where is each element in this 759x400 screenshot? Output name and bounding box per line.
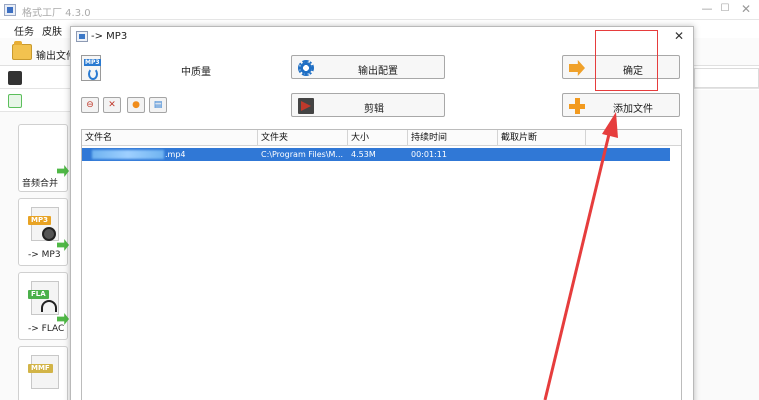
music-note-icon xyxy=(8,94,22,108)
cell-clip xyxy=(498,148,586,161)
table-row[interactable]: .mp4 C:\Program Files\M... 4.53M 00:01:1… xyxy=(82,148,670,161)
dialog-title: -> MP3 xyxy=(91,31,128,42)
column-header-size[interactable]: 大小 xyxy=(348,130,408,146)
film-scissors-icon xyxy=(298,98,314,114)
info-icon: ▤ xyxy=(153,100,163,110)
maximize-icon[interactable]: ☐ xyxy=(718,2,732,16)
menu-item-tasks[interactable]: 任务 xyxy=(14,23,34,38)
column-header-clip[interactable]: 截取片断 xyxy=(498,130,586,146)
column-header-duration[interactable]: 持续时间 xyxy=(408,130,498,146)
remove-icon: ⊖ xyxy=(86,100,94,110)
main-window-title: 格式工厂 4.3.0 xyxy=(22,8,91,19)
film-icon xyxy=(8,71,22,85)
remove-item-button[interactable]: ⊖ xyxy=(81,97,99,113)
minimize-icon[interactable]: — xyxy=(700,2,714,16)
delete-icon: ✕ xyxy=(108,100,116,110)
tile-audio-merge-label: 音频合并 xyxy=(22,179,59,189)
format-tag: MP3 xyxy=(28,216,51,225)
play-button[interactable]: ● xyxy=(127,97,145,113)
folder-icon[interactable] xyxy=(12,41,32,60)
table-header: 文件名 文件夹 大小 持续时间 截取片断 xyxy=(82,130,681,146)
tile-to-mmf[interactable]: MMF xyxy=(18,346,68,400)
plus-icon xyxy=(569,98,585,114)
clear-list-button[interactable]: ✕ xyxy=(103,97,121,113)
format-tag: FLA xyxy=(28,290,49,299)
mmf-file-icon: MMF xyxy=(28,355,59,389)
cell-folder: C:\Program Files\M... xyxy=(261,150,344,159)
close-icon[interactable]: ✕ xyxy=(738,2,754,16)
format-tag: MMF xyxy=(28,364,53,373)
file-list-table: 文件名 文件夹 大小 持续时间 截取片断 .mp4 C:\Program Fil… xyxy=(81,129,682,400)
play-icon: ● xyxy=(132,100,140,110)
add-file-button[interactable]: 添加文件 xyxy=(562,93,680,117)
settings-icon xyxy=(298,60,314,76)
annotation-highlight-box xyxy=(595,30,658,91)
output-config-button[interactable]: 输出配置 xyxy=(291,55,445,79)
flac-file-icon: FLA xyxy=(28,281,59,315)
mp3-file-icon: MP3 xyxy=(28,207,59,241)
tile-to-mp3-label: -> MP3 xyxy=(28,250,61,260)
headphones-icon xyxy=(41,300,57,312)
speaker-icon xyxy=(42,227,56,241)
cell-filename: .mp4 xyxy=(165,150,186,159)
dialog-app-icon xyxy=(76,31,88,42)
column-header-folder[interactable]: 文件夹 xyxy=(258,130,348,146)
clip-button[interactable]: 剪辑 xyxy=(291,93,445,117)
main-title-bar: 格式工厂 4.3.0 — ☐ ✕ xyxy=(0,0,759,20)
mp3-format-icon: MP3 xyxy=(81,55,101,81)
cell-duration: 00:01:11 xyxy=(411,150,447,159)
cell-size: 4.53M xyxy=(351,150,376,159)
menu-item-skin[interactable]: 皮肤 xyxy=(42,23,62,38)
right-panel xyxy=(694,90,759,400)
dialog-close-icon[interactable]: ✕ xyxy=(671,29,687,43)
tile-to-flac-label: -> FLAC xyxy=(28,324,65,334)
app-icon xyxy=(4,4,16,16)
column-header-filename[interactable]: 文件名 xyxy=(82,130,258,146)
media-info-button[interactable]: ▤ xyxy=(149,97,167,113)
blurred-filename xyxy=(92,150,164,159)
arrow-right-icon xyxy=(57,165,69,177)
quality-label: 中质量 xyxy=(181,67,211,78)
category-row-right xyxy=(694,68,759,88)
arrow-right-icon xyxy=(569,60,585,76)
